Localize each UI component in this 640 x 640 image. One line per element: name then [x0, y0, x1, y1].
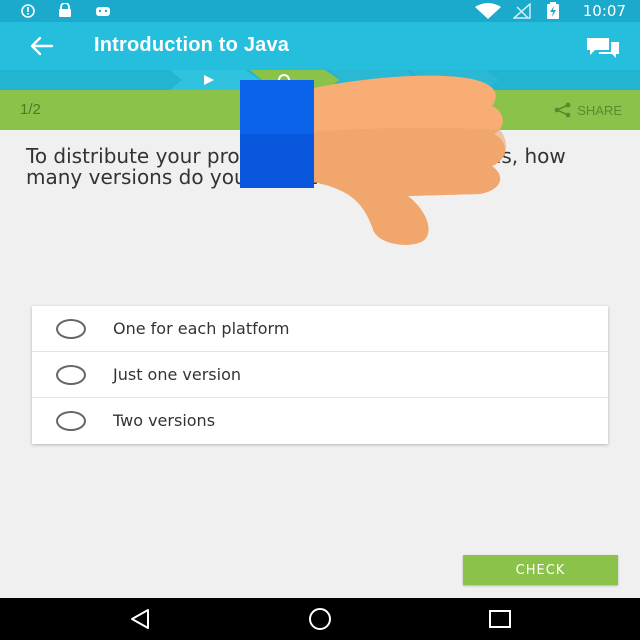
radio-button[interactable] [56, 365, 86, 385]
home-nav-icon[interactable] [306, 607, 334, 631]
signal-icon [513, 3, 531, 19]
comments-icon[interactable] [585, 36, 621, 58]
system-nav-bar [0, 598, 640, 640]
lesson-counter: 1/2 [20, 101, 41, 118]
share-button[interactable]: SHARE [554, 100, 622, 120]
answer-label: Two versions [113, 411, 216, 430]
share-label: SHARE [577, 102, 622, 118]
lock-icon [59, 3, 71, 17]
radio-button[interactable] [56, 319, 86, 339]
answer-label: Just one version [113, 365, 242, 384]
recents-nav-icon[interactable] [488, 609, 512, 629]
app-bar: Introduction to Java [0, 22, 640, 70]
answer-option[interactable]: Two versions [32, 398, 608, 444]
battery-icon [547, 2, 559, 19]
check-button[interactable]: CHECK [463, 555, 618, 585]
info-icon [21, 4, 35, 18]
thumbs-down-icon [240, 75, 507, 245]
answer-option[interactable]: One for each platform [32, 306, 608, 352]
answer-option[interactable]: Just one version [32, 352, 608, 398]
share-icon [554, 102, 571, 118]
back-nav-icon[interactable] [128, 608, 152, 630]
answer-label: One for each platform [113, 319, 290, 338]
page-title: Introduction to Java [94, 34, 290, 56]
wifi-icon [475, 3, 501, 19]
radio-button[interactable] [56, 411, 86, 431]
arrow-left-icon[interactable] [30, 36, 54, 56]
status-time: 10:07 [582, 2, 626, 20]
answer-list: One for each platform Just one version T… [32, 306, 608, 444]
android-icon [96, 7, 110, 16]
status-bar: 10:07 [0, 0, 640, 22]
